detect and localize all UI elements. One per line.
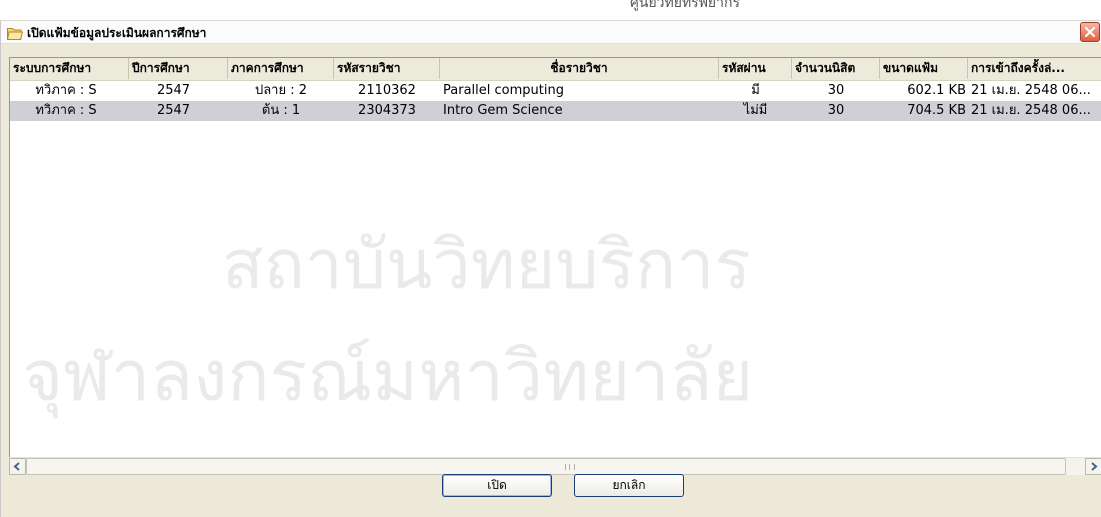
cell-password: มี [751, 83, 760, 98]
scroll-left-button[interactable] [9, 458, 26, 475]
cell-course-code: 2304373 [358, 103, 416, 118]
folder-open-icon [6, 25, 24, 40]
cell-password: ไม่มี [743, 103, 768, 118]
watermark-line2: จุฬาลงกรณ์มหาวิทยาลัย [22, 335, 754, 417]
cell-year: 2547 [156, 103, 191, 118]
list-header: ระบบการศึกษา ปีการศึกษา ภาคการศึกษา รหัส… [10, 58, 1101, 81]
cell-last-access: 21 เม.ย. 2548 06... [971, 83, 1091, 98]
column-header-course-name[interactable]: ชื่อรายวิชา [440, 58, 719, 79]
cell-course-name: Parallel computing [443, 83, 564, 98]
cancel-button[interactable]: ยกเลิก [574, 474, 684, 497]
cell-course-code: 2110362 [358, 83, 416, 98]
column-header-file-size[interactable]: ขนาดแฟ้ม [880, 58, 968, 79]
cell-year: 2547 [156, 83, 191, 98]
column-header-year[interactable]: ปีการศึกษา [129, 58, 228, 79]
scrollbar-thumb[interactable] [26, 458, 1066, 475]
scrollbar-grip [565, 464, 575, 470]
close-button[interactable] [1080, 22, 1100, 42]
cell-students: 30 [827, 103, 845, 118]
cell-semester: ปลาย : 2 [254, 83, 308, 98]
table-row[interactable]: ทวิภาค : S 2547 ต้น : 1 2304373 Intro Ge… [10, 101, 1101, 121]
cell-semester: ต้น : 1 [261, 103, 301, 118]
cell-system: ทวิภาค : S [35, 83, 97, 98]
watermark-top: ศูนย์วิทยทรัพยากร [590, 0, 820, 12]
open-evaluation-file-dialog: เปิดแฟ้มข้อมูลประเมินผลการศึกษา สถาบันวิ… [0, 20, 1101, 517]
column-header-last-access[interactable]: การเข้าถึงครั้งล่... [968, 58, 1101, 79]
cell-file-size: 704.5 KB [907, 103, 966, 118]
cell-system: ทวิภาค : S [35, 103, 97, 118]
close-icon [1084, 26, 1096, 38]
column-header-course-code[interactable]: รหัสรายวิชา [334, 58, 440, 79]
cell-students: 30 [827, 83, 845, 98]
arrow-left-icon [13, 462, 20, 471]
horizontal-scrollbar[interactable] [9, 457, 1101, 475]
cell-file-size: 602.1 KB [907, 83, 966, 98]
title-bar[interactable]: เปิดแฟ้มข้อมูลประเมินผลการศึกษา [1, 21, 1101, 44]
file-list[interactable]: สถาบันวิทยบริการ จุฬาลงกรณ์มหาวิทยาลัย ร… [9, 57, 1101, 457]
open-button[interactable]: เปิด [442, 474, 552, 497]
column-header-system[interactable]: ระบบการศึกษา [10, 58, 129, 79]
watermark-top-text: ศูนย์วิทยทรัพยากร [630, 0, 740, 11]
scroll-right-button[interactable] [1085, 458, 1101, 475]
watermark-line1: สถาบันวิทยบริการ [222, 226, 751, 305]
table-row[interactable]: ทวิภาค : S 2547 ปลาย : 2 2110362 Paralle… [10, 81, 1101, 101]
column-header-password[interactable]: รหัสผ่าน [719, 58, 792, 79]
column-header-semester[interactable]: ภาคการศึกษา [228, 58, 334, 79]
cell-last-access: 21 เม.ย. 2548 06... [971, 103, 1091, 118]
dialog-title: เปิดแฟ้มข้อมูลประเมินผลการศึกษา [27, 26, 207, 40]
cell-course-name: Intro Gem Science [443, 103, 563, 118]
column-header-students[interactable]: จำนวนนิสิต [792, 58, 880, 79]
arrow-right-icon [1091, 462, 1098, 471]
